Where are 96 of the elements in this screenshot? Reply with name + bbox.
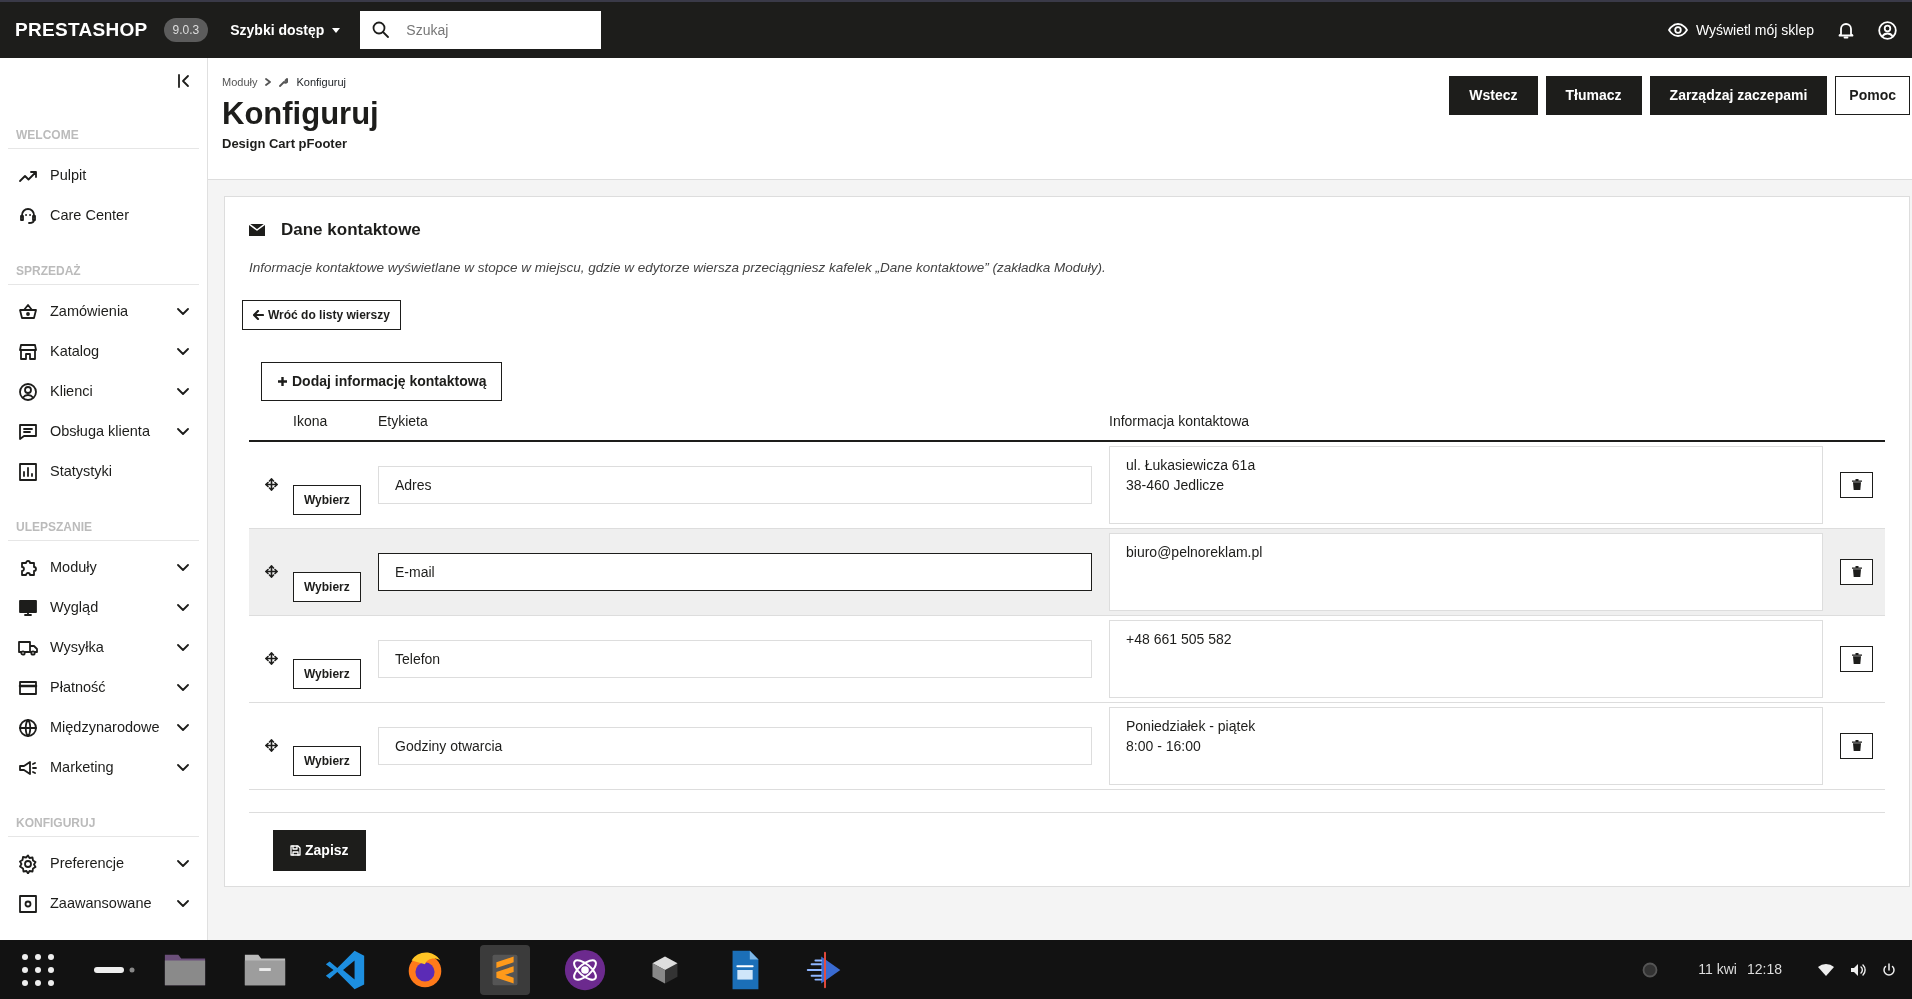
account-icon[interactable] [1878,20,1897,40]
breadcrumb-item: Konfiguruj [296,75,346,90]
add-contact-button[interactable]: Dodaj informację kontaktową [261,361,503,401]
eye-icon [1667,23,1688,37]
sidebar-item[interactable]: Statystyki [8,452,199,492]
storefront-icon [18,342,38,362]
quick-access-dropdown[interactable]: Szybki dostęp [224,18,347,42]
version-badge: 9.0.3 [163,18,209,42]
page-title: Konfiguruj [222,94,380,132]
sidebar-item[interactable]: Marketing [8,748,199,788]
sidebar-item[interactable]: Pulpit [8,156,199,196]
toolbar-button[interactable]: Wstecz [1449,76,1538,115]
trash-icon [1851,566,1862,578]
basket-icon [18,302,38,322]
delete-button[interactable] [1840,558,1873,585]
move-icon[interactable] [264,478,278,492]
workspace-indicator-icon[interactable] [94,965,136,974]
label-field[interactable]: Telefon [378,639,1092,678]
search-field[interactable]: Szukaj [360,11,602,49]
volume-icon[interactable] [1850,962,1866,977]
move-icon[interactable] [264,739,278,753]
delete-button[interactable] [1840,645,1873,672]
label-field[interactable]: Godziny otwarcia [378,726,1092,765]
globe-icon [18,718,38,738]
section-heading: WELCOME [8,126,199,149]
bar-chart-icon [18,462,38,482]
trash-icon [1851,479,1862,491]
contact-info-field[interactable]: ul. Łukasiewicza 61a 38-460 Jedlicze [1109,445,1823,524]
envelope-icon [249,223,265,236]
column-header: Informacja kontaktowa [1109,412,1250,429]
sidebar-item[interactable]: Preferencje [8,844,199,884]
plus-icon [277,375,288,387]
floppy-disk-icon [290,844,301,856]
search-icon [372,21,390,38]
collapse-sidebar-icon[interactable] [177,74,191,88]
section-heading: SPRZEDAŻ [8,262,199,285]
delete-button[interactable] [1840,471,1873,498]
date-label: 11 kwi [1698,960,1737,979]
logo[interactable]: PRESTASHOP [15,15,148,45]
sidebar-item[interactable]: Płatność [8,668,199,708]
move-icon[interactable] [264,652,278,666]
notification-bell-icon[interactable] [1838,21,1854,39]
sidebar-item[interactable]: Wygląd [8,588,199,628]
sidebar-item[interactable]: Klienci [8,372,199,412]
choose-icon-button[interactable]: Wybierz [293,745,361,776]
arrow-left-icon [253,309,264,320]
view-shop-link[interactable]: Wyświetl mój sklep [1667,19,1814,41]
label-field[interactable]: Adres [378,465,1092,504]
headset-icon [18,206,38,226]
sidebar-item[interactable]: Care Center [8,196,199,236]
breadcrumb-item[interactable]: Moduły [222,74,258,91]
app-grid-icon[interactable] [20,951,56,988]
monitor-icon [18,598,38,618]
contact-info-field[interactable]: +48 661 505 582 [1109,619,1823,698]
card-description: Informacje kontaktowe wyświetlane w stopce w miejscu, gdzie w edytorze wiersza przeciągniesz kafelek „Dane kontaktowe” (zakładka Moduły). [249,258,1107,277]
power-icon[interactable] [1882,962,1896,977]
sidebar-item[interactable]: Moduły [8,548,199,588]
sidebar-item[interactable]: Katalog [8,332,199,372]
sidebar-item[interactable]: Wysyłka [8,628,199,668]
toolbar-button[interactable]: Zarządzaj zaczepami [1649,76,1828,115]
choose-icon-button[interactable]: Wybierz [293,484,361,515]
column-header: Etykieta [378,412,428,429]
megaphone-icon [18,758,38,778]
card-title: Dane kontaktowe [281,219,421,241]
choose-icon-button[interactable]: Wybierz [293,658,361,689]
save-button[interactable]: Zapisz [273,829,366,871]
truck-icon [18,638,38,658]
toolbar-button[interactable]: Pomoc [1835,76,1910,115]
chevron-right-icon [265,78,272,87]
status-icon [1642,961,1659,978]
sidebar-item[interactable]: Międzynarodowe [8,708,199,748]
clock-time: 12:18 [1746,960,1782,979]
puzzle-icon [18,558,38,578]
sidebar-item[interactable]: Zamówienia [8,292,199,332]
column-header: Ikona [293,412,328,429]
contact-info-field[interactable]: biuro@pelnoreklam.pl [1109,532,1823,611]
caret-icon [332,27,341,33]
sidebar-item[interactable]: Obsługa klienta [8,412,199,452]
user-circle-icon [18,382,38,402]
module-name: Design Cart pFooter [222,134,348,153]
section-heading: ULEPSZANIE [8,518,199,541]
wifi-icon[interactable] [1818,963,1834,976]
settings-icon [18,854,38,874]
contact-info-field[interactable]: Poniedziałek - piątek 8:00 - 16:00 [1109,706,1823,785]
delete-button[interactable] [1840,732,1873,759]
move-icon[interactable] [264,565,278,579]
sidebar-item[interactable]: Zaawansowane [8,884,199,924]
trash-icon [1851,653,1862,665]
choose-icon-button[interactable]: Wybierz [293,571,361,602]
back-button[interactable]: Wróć do listy wierszy [242,299,401,330]
toolbar-button[interactable]: Tłumacz [1545,76,1642,115]
label-field[interactable]: E-mail [378,552,1092,591]
trash-icon [1851,740,1862,752]
credit-card-icon [18,678,38,698]
section-heading: KONFIGURUJ [8,814,199,837]
chat-icon [18,422,38,442]
